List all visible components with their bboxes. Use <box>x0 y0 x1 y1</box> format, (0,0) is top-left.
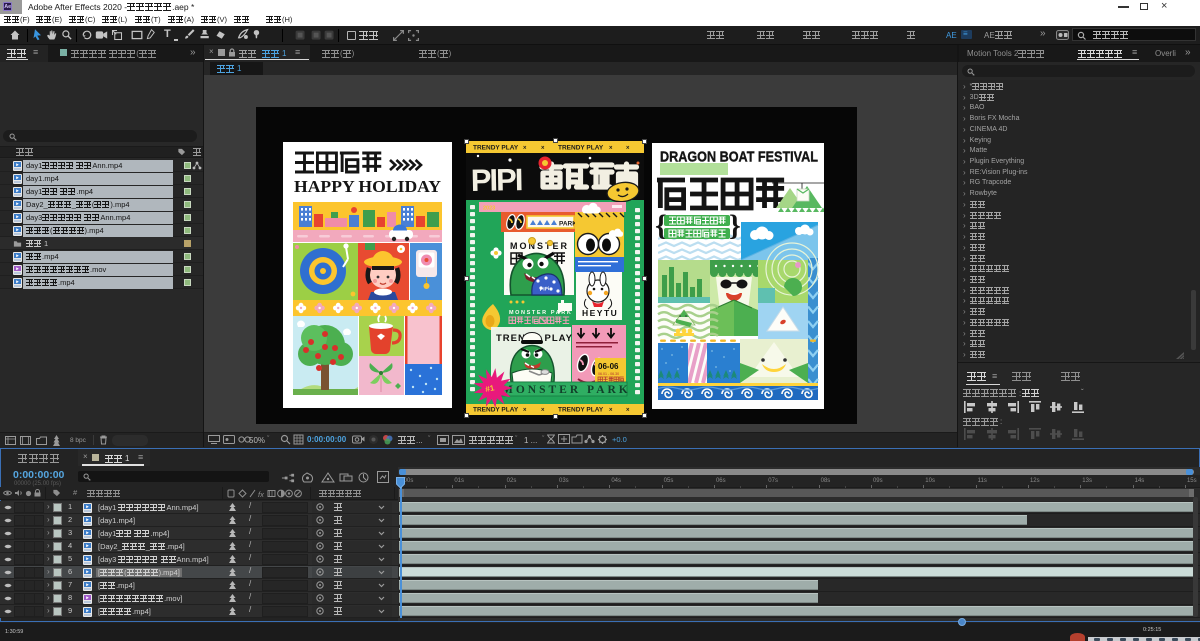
svg-text:HAPPY HOLIDAY: HAPPY HOLIDAY <box>294 177 441 196</box>
svg-text:DRAGON BOAT FESTIVAL: DRAGON BOAT FESTIVAL <box>660 149 818 166</box>
svg-text:×: × <box>626 408 630 414</box>
svg-text:×: × <box>609 408 613 414</box>
svg-text:TRENDY PLAY: TRENDY PLAY <box>558 407 604 414</box>
svg-text:HEYTU: HEYTU <box>582 308 618 318</box>
svg-text:}: } <box>729 209 741 242</box>
svg-text:PIPI: PIPI <box>471 162 523 198</box>
svg-text:2023: 2023 <box>483 206 495 212</box>
svg-text:PiPi: PiPi <box>540 286 551 293</box>
svg-text:TRENDY PLAY: TRENDY PLAY <box>473 145 519 152</box>
svg-text:MONSTER: MONSTER <box>510 241 569 251</box>
svg-text:TRENDY PLAY: TRENDY PLAY <box>558 145 604 152</box>
svg-text:×: × <box>523 408 527 414</box>
svg-text:fx: fx <box>258 490 264 498</box>
svg-text:TRENDY PLAY: TRENDY PLAY <box>473 407 519 414</box>
svg-text:×: × <box>541 146 545 152</box>
svg-text:06-06: 06-06 <box>598 362 619 371</box>
svg-text:MONSTER PARK: MONSTER PARK <box>502 384 631 396</box>
svg-text:×: × <box>626 146 630 152</box>
svg-text:06.01 - 06.30: 06.01 - 06.30 <box>598 372 619 376</box>
svg-text:PARK: PARK <box>559 221 577 228</box>
svg-text:×: × <box>541 408 545 414</box>
svg-text:×: × <box>523 146 527 152</box>
svg-text:×: × <box>609 146 613 152</box>
